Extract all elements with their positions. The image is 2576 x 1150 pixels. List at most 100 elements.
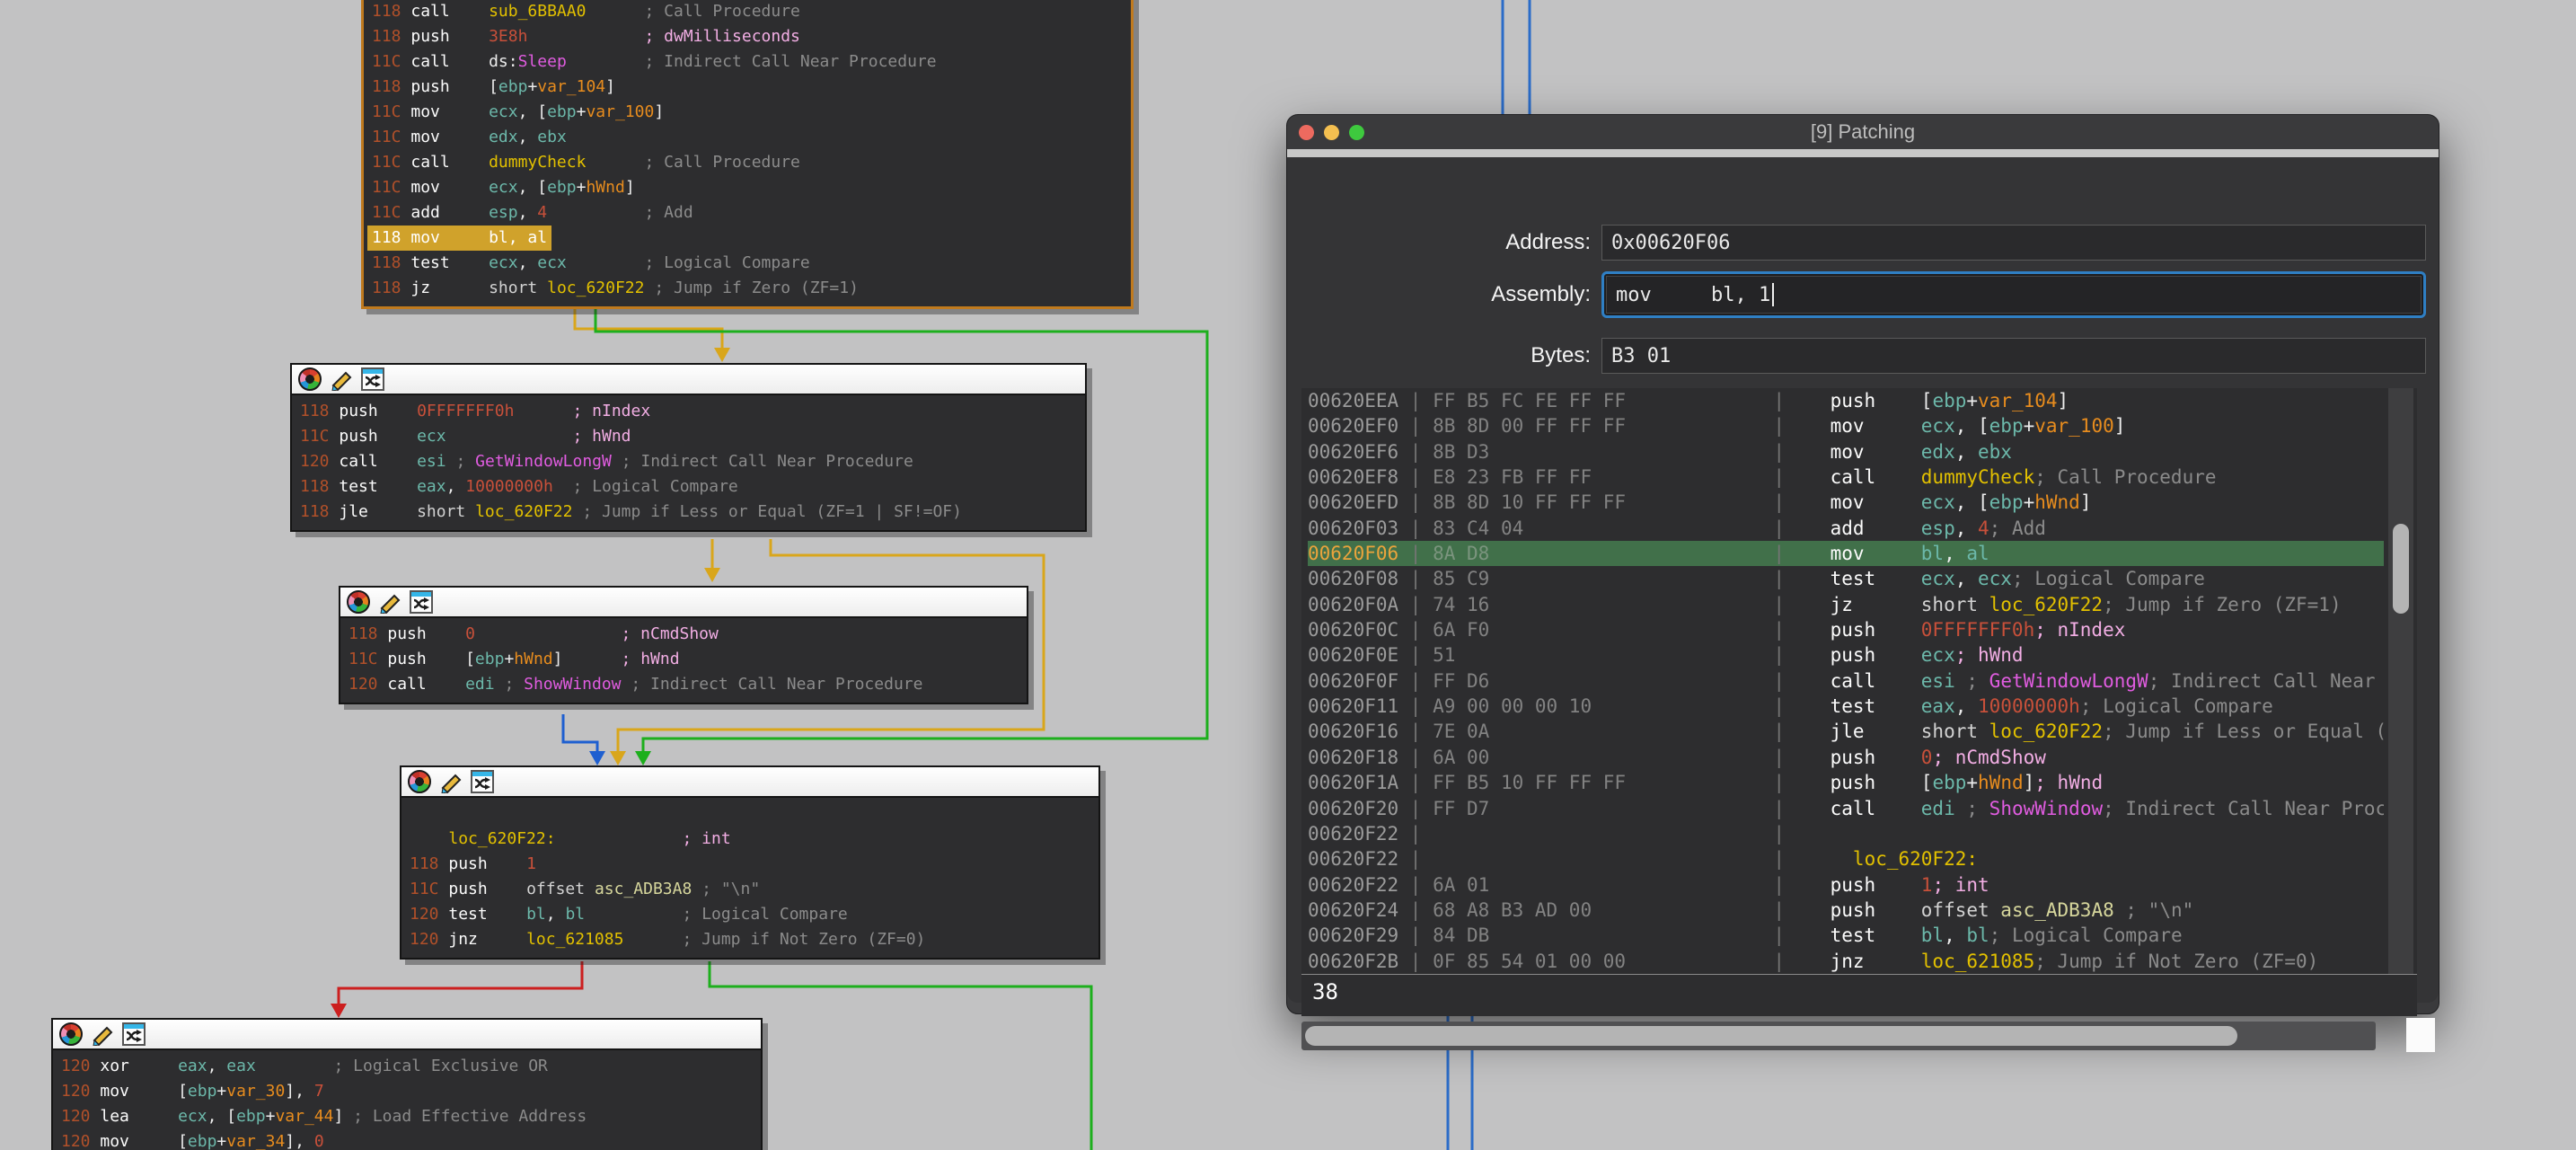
graph-shuffle-icon[interactable] [361, 367, 384, 391]
listing-row[interactable]: 00620F03 | 83 C4 04 | add esp, 4; Add [1308, 516, 2384, 541]
listing-row[interactable]: 00620F18 | 6A 00 | push 0; nCmdShow [1308, 745, 2384, 770]
listing-row[interactable]: 00620F11 | A9 00 00 00 10 | test eax, 10… [1308, 694, 2384, 719]
minimize-window-button[interactable] [1324, 125, 1339, 140]
listing-row[interactable]: 00620F0E | 51 | push ecx; hWnd [1308, 642, 2384, 668]
disassembly-panel: 00620EEA | FF B5 FC FE FF FF | push [ebp… [1301, 388, 2417, 1016]
graph-shuffle-icon[interactable] [122, 1022, 146, 1046]
address-value: 0x00620F06 [1611, 232, 1730, 254]
zoom-window-button[interactable] [1349, 125, 1364, 140]
asm-line[interactable]: 118 push 0 ; nCmdShow [348, 622, 1019, 647]
node-header [340, 588, 1027, 618]
asm-line[interactable]: 11C call dummyCheck ; Call Procedure [372, 150, 1123, 175]
asm-line[interactable]: 118 push [ebp+var_104] [372, 75, 1123, 100]
edit-node-icon[interactable] [330, 367, 353, 391]
address-label: Address: [1287, 230, 1601, 255]
asm-line[interactable]: loc_620F22: ; int [410, 827, 1090, 852]
listing-row[interactable]: 00620F2B | 0F 85 54 01 00 00 | jnz loc_6… [1308, 949, 2384, 974]
asm-line[interactable]: 120 call edi ; ShowWindow ; Indirect Cal… [348, 672, 1019, 697]
asm-line[interactable]: 120 xor eax, eax ; Logical Exclusive OR [61, 1054, 753, 1079]
edit-node-icon[interactable] [439, 770, 463, 793]
graph-node-xor-locals[interactable]: 120 xor eax, eax ; Logical Exclusive OR1… [51, 1018, 763, 1150]
asm-line[interactable]: 11C mov ecx, [ebp+var_100] [372, 100, 1123, 125]
graph-shuffle-icon[interactable] [410, 590, 433, 614]
asm-line[interactable]: 118 push 1 [410, 852, 1090, 877]
asm-line[interactable]: 120 lea ecx, [ebp+var_44] ; Load Effecti… [61, 1104, 753, 1129]
assembly-label: Assembly: [1287, 282, 1601, 307]
asm-line[interactable]: 118 test eax, 10000000h ; Logical Compar… [300, 474, 1077, 500]
resize-grip[interactable] [2406, 1018, 2435, 1052]
graph-node-loc-620F22[interactable]: loc_620F22: ; int118 push 111C push offs… [400, 765, 1100, 960]
graph-node-getwindowlong[interactable]: 118 push 0FFFFFFF0h ; nIndex11C push ecx… [290, 363, 1087, 532]
listing-rows[interactable]: 00620EEA | FF B5 FC FE FF FF | push [ebp… [1308, 388, 2384, 974]
assembly-focus-ring: mov bl, 1 [1601, 271, 2426, 318]
asm-line[interactable]: 118 test ecx, ecx ; Logical Compare [372, 251, 1123, 276]
vertical-scrollbar-thumb[interactable] [2393, 524, 2409, 614]
asm-line[interactable]: 11C mov edx, ebx [372, 125, 1123, 150]
listing-row[interactable]: 00620F0A | 74 16 | jz short loc_620F22; … [1308, 592, 2384, 617]
listing-row[interactable]: 00620EF6 | 8B D3 | mov edx, ebx [1308, 439, 2384, 464]
asm-line[interactable]: 118 push 0FFFFFFF0h ; nIndex [300, 399, 1077, 424]
asm-line[interactable]: 120 call esi ; GetWindowLongW ; Indirect… [300, 449, 1077, 474]
bytes-value: B3 01 [1611, 345, 1671, 367]
listing-row[interactable]: 00620EFD | 8B 8D 10 FF FF FF | mov ecx, … [1308, 490, 2384, 515]
graph-node-showwindow[interactable]: 118 push 0 ; nCmdShow11C push [ebp+hWnd]… [339, 586, 1028, 704]
horizontal-scrollbar[interactable] [1301, 1022, 2376, 1050]
asm-line[interactable]: 118 jz short loc_620F22 ; Jump if Zero (… [372, 276, 1123, 301]
asm-line[interactable]: 120 mov [ebp+var_34], 0 [61, 1129, 753, 1150]
listing-row[interactable]: 00620F24 | 68 A8 B3 AD 00 | push offset … [1308, 898, 2384, 923]
node-header [53, 1020, 761, 1050]
patching-window[interactable]: [9] Patching Address: 0x00620F06 Assembl… [1286, 114, 2439, 1014]
listing-row[interactable]: 00620EF8 | E8 23 FB FF FF | call dummyCh… [1308, 464, 2384, 490]
text-caret [1772, 283, 1774, 306]
edit-node-icon[interactable] [91, 1022, 114, 1046]
listing-row[interactable]: 00620F16 | 7E 0A | jle short loc_620F22;… [1308, 719, 2384, 744]
color-wheel-icon[interactable] [347, 590, 370, 614]
listing-row[interactable]: 00620F1A | FF B5 10 FF FF FF | push [ebp… [1308, 770, 2384, 795]
assembly-value: mov bl, 1 [1616, 284, 1770, 306]
graph-view: 118 call sub_6BBAA0 ; Call Procedure118 … [0, 0, 2576, 1150]
asm-line[interactable]: 11C add esp, 4 ; Add [372, 200, 1123, 226]
titlebar-separator [1287, 149, 2439, 157]
listing-row[interactable]: 00620EF0 | 8B 8D 00 FF FF FF | mov ecx, … [1308, 413, 2384, 438]
asm-line[interactable] [410, 801, 1090, 827]
bytes-field[interactable]: B3 01 [1601, 338, 2426, 374]
asm-line[interactable]: 120 jnz loc_621085 ; Jump if Not Zero (Z… [410, 927, 1090, 952]
listing-row[interactable]: 00620F0F | FF D6 | call esi ; GetWindowL… [1308, 668, 2384, 694]
listing-row[interactable]: 00620F06 | 8A D8 | mov bl, al [1308, 541, 2384, 566]
listing-row[interactable]: 00620EEA | FF B5 FC FE FF FF | push [ebp… [1308, 388, 2384, 413]
window-titlebar[interactable]: [9] Patching [1287, 115, 2439, 149]
asm-line[interactable]: 11C mov ecx, [ebp+hWnd] [372, 175, 1123, 200]
asm-line[interactable]: 11C push offset asc_ADB3A8 ; "\n" [410, 877, 1090, 902]
listing-row[interactable]: 00620F22 | | [1308, 821, 2384, 846]
bytes-label: Bytes: [1287, 343, 1601, 368]
asm-line[interactable]: 120 test bl, bl ; Logical Compare [410, 902, 1090, 927]
close-window-button[interactable] [1299, 125, 1314, 140]
listing-row[interactable]: 00620F22 | | loc_620F22: [1308, 846, 2384, 871]
asm-line[interactable]: 11C push ecx ; hWnd [300, 424, 1077, 449]
asm-line[interactable]: 11C call ds:Sleep ; Indirect Call Near P… [372, 49, 1123, 75]
asm-line[interactable]: 118 call sub_6BBAA0 ; Call Procedure [372, 0, 1123, 24]
asm-line[interactable]: 118 jle short loc_620F22 ; Jump if Less … [300, 500, 1077, 525]
vertical-scrollbar[interactable] [2388, 388, 2413, 974]
color-wheel-icon[interactable] [298, 367, 322, 391]
node-header [292, 365, 1085, 395]
listing-row[interactable]: 00620F20 | FF D7 | call edi ; ShowWindow… [1308, 796, 2384, 821]
window-title: [9] Patching [1811, 120, 1915, 144]
color-wheel-icon[interactable] [408, 770, 431, 793]
graph-node-sleep-dummycheck[interactable]: 118 call sub_6BBAA0 ; Call Procedure118 … [361, 0, 1134, 309]
listing-row[interactable]: 00620F29 | 84 DB | test bl, bl; Logical … [1308, 923, 2384, 948]
address-field[interactable]: 0x00620F06 [1601, 225, 2426, 261]
color-wheel-icon[interactable] [59, 1022, 83, 1046]
asm-line[interactable]: 118 mov bl, al [372, 226, 1123, 251]
horizontal-scrollbar-thumb[interactable] [1305, 1026, 2237, 1046]
edit-node-icon[interactable] [378, 590, 401, 614]
asm-line[interactable]: 11C push [ebp+hWnd] ; hWnd [348, 647, 1019, 672]
listing-row[interactable]: 00620F0C | 6A F0 | push 0FFFFFFF0h; nInd… [1308, 617, 2384, 642]
asm-line[interactable]: 120 mov [ebp+var_30], 7 [61, 1079, 753, 1104]
listing-row[interactable]: 00620F22 | 6A 01 | push 1; int [1308, 872, 2384, 898]
node-header [401, 767, 1098, 798]
graph-shuffle-icon[interactable] [471, 770, 494, 793]
listing-row[interactable]: 00620F08 | 85 C9 | test ecx, ecx; Logica… [1308, 566, 2384, 591]
assembly-input[interactable]: mov bl, 1 [1606, 276, 2422, 314]
asm-line[interactable]: 118 push 3E8h ; dwMilliseconds [372, 24, 1123, 49]
